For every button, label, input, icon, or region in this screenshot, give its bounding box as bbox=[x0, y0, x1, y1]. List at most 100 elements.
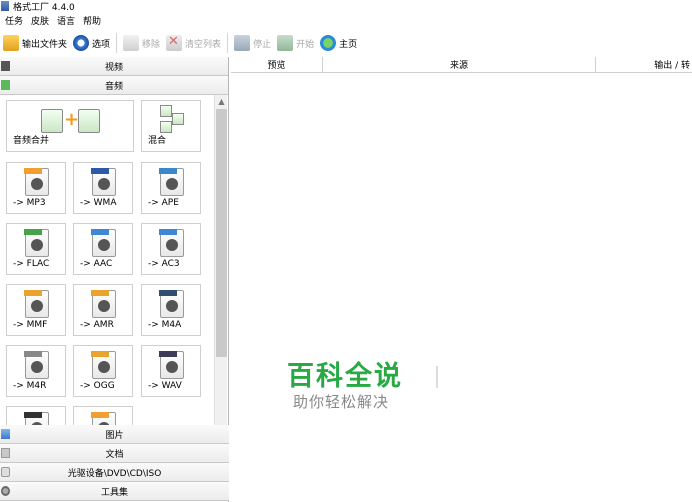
audio-file-icon bbox=[91, 351, 116, 379]
format-tile-label: -> MP3 bbox=[13, 198, 46, 208]
category-document-label: 文档 bbox=[105, 449, 124, 460]
format-tag bbox=[24, 168, 42, 174]
speaker-icon bbox=[31, 361, 43, 373]
menu-bar: 任务 皮肤 语言 帮助 bbox=[0, 14, 104, 28]
format-tile[interactable]: -> M4R bbox=[6, 345, 66, 397]
stop-button[interactable]: 停止 bbox=[231, 32, 274, 54]
category-rom[interactable]: 光驱设备\DVD\CD\ISO bbox=[0, 463, 229, 482]
audio-file-icon bbox=[159, 290, 184, 318]
speaker-icon bbox=[98, 361, 110, 373]
scroll-up-arrow-icon[interactable]: ▲ bbox=[215, 95, 228, 108]
format-tag bbox=[24, 229, 42, 235]
format-tile[interactable]: -> AMR bbox=[73, 284, 133, 336]
format-tile-label: -> AAC bbox=[80, 259, 113, 269]
speaker-icon bbox=[166, 178, 178, 190]
menu-help[interactable]: 帮助 bbox=[83, 14, 101, 28]
format-tile[interactable]: -> MMF bbox=[6, 284, 66, 336]
category-audio[interactable]: 音频 bbox=[0, 76, 228, 95]
speaker-icon bbox=[31, 178, 43, 190]
options-button[interactable]: 选项 bbox=[70, 32, 113, 54]
format-tile[interactable]: -> MP3 bbox=[6, 162, 66, 214]
watermark-divider bbox=[436, 366, 438, 388]
category-video-label: 视频 bbox=[104, 62, 123, 73]
column-source[interactable]: 来源 bbox=[323, 57, 596, 72]
watermark-title: 百科全说 bbox=[287, 361, 403, 392]
format-tile-label: -> M4R bbox=[13, 381, 47, 391]
home-button[interactable]: 主页 bbox=[317, 32, 360, 54]
category-audio-label: 音频 bbox=[104, 81, 123, 92]
clear-list-button[interactable]: 清空列表 bbox=[163, 32, 224, 54]
format-tile[interactable]: -> M4A bbox=[141, 284, 201, 336]
menu-skin[interactable]: 皮肤 bbox=[31, 14, 49, 28]
audio-mix-label: 混合 bbox=[148, 136, 167, 146]
format-tile-label: -> AMR bbox=[80, 320, 114, 330]
audio-file-icon bbox=[24, 351, 49, 379]
audio-mix-icon bbox=[158, 105, 186, 135]
format-tile[interactable]: -> AC3 bbox=[141, 223, 201, 275]
format-tag bbox=[159, 229, 177, 235]
audio-merge-label: 音频合并 bbox=[13, 136, 50, 146]
toolbar-separator bbox=[227, 33, 229, 53]
title-bar: 格式工厂 4.4.0 bbox=[0, 0, 692, 13]
format-tag bbox=[91, 412, 109, 418]
document-icon bbox=[1, 448, 10, 458]
format-tile[interactable]: -> WMA bbox=[73, 162, 133, 214]
stop-label: 停止 bbox=[253, 39, 272, 50]
scroll-thumb[interactable] bbox=[216, 109, 227, 357]
start-label: 开始 bbox=[296, 39, 315, 50]
image-icon bbox=[1, 429, 10, 439]
format-tag bbox=[91, 229, 109, 235]
toolbar: 输出文件夹 选项 移除 清空列表 停止 开始 主页 bbox=[0, 31, 692, 55]
vertical-scrollbar[interactable]: ▲ ▼ bbox=[214, 95, 228, 481]
format-tag bbox=[91, 351, 109, 357]
audio-file-icon bbox=[24, 229, 49, 257]
format-tile-label: -> AC3 bbox=[148, 259, 180, 269]
audio-file-icon bbox=[159, 351, 184, 379]
audio-mix-tile[interactable]: 混合 bbox=[141, 100, 201, 152]
column-output[interactable]: 输出 / 转 bbox=[596, 57, 692, 72]
menu-task[interactable]: 任务 bbox=[5, 14, 23, 28]
format-tag bbox=[91, 168, 109, 174]
category-tools[interactable]: 工具集 bbox=[0, 482, 229, 501]
category-image-label: 图片 bbox=[105, 430, 124, 441]
format-tile-label: -> APE bbox=[148, 198, 179, 208]
start-button[interactable]: 开始 bbox=[274, 32, 317, 54]
music-note-icon bbox=[1, 80, 10, 90]
format-tile[interactable]: -> APE bbox=[141, 162, 201, 214]
format-tile-label: -> OGG bbox=[80, 381, 115, 391]
home-label: 主页 bbox=[339, 39, 358, 50]
folder-icon bbox=[3, 35, 19, 51]
audio-file-icon bbox=[91, 229, 116, 257]
task-list: 预览 来源 输出 / 转 bbox=[231, 57, 692, 502]
clear-list-label: 清空列表 bbox=[185, 39, 222, 50]
category-rom-label: 光驱设备\DVD\CD\ISO bbox=[67, 468, 162, 479]
output-folder-button[interactable]: 输出文件夹 bbox=[0, 32, 70, 54]
category-video[interactable]: 视频 bbox=[0, 57, 228, 76]
stop-icon bbox=[234, 35, 251, 51]
audio-file-icon bbox=[159, 168, 184, 196]
format-tag bbox=[159, 351, 177, 357]
start-icon bbox=[277, 35, 294, 51]
speaker-icon bbox=[98, 178, 110, 190]
format-tile[interactable]: -> OGG bbox=[73, 345, 133, 397]
speaker-icon bbox=[98, 239, 110, 251]
menu-language[interactable]: 语言 bbox=[57, 14, 75, 28]
format-tile[interactable]: -> FLAC bbox=[6, 223, 66, 275]
category-image[interactable]: 图片 bbox=[0, 425, 229, 444]
speaker-icon bbox=[166, 300, 178, 312]
output-folder-label: 输出文件夹 bbox=[22, 39, 68, 50]
format-tile-label: -> M4A bbox=[148, 320, 182, 330]
remove-button[interactable]: 移除 bbox=[120, 32, 163, 54]
options-label: 选项 bbox=[92, 39, 111, 50]
category-panel: 视频 音频 + 音频合并 混合 -> MP3 -> WMA -> APE -> FLA… bbox=[0, 57, 229, 502]
format-tile-label: -> WMA bbox=[80, 198, 117, 208]
format-tag bbox=[24, 351, 42, 357]
format-tile-label: -> FLAC bbox=[13, 259, 50, 269]
column-preview[interactable]: 预览 bbox=[231, 57, 323, 72]
category-document[interactable]: 文档 bbox=[0, 444, 229, 463]
audio-file-icon bbox=[91, 168, 116, 196]
audio-merge-tile[interactable]: + 音频合并 bbox=[6, 100, 134, 152]
format-tile[interactable]: -> WAV bbox=[141, 345, 201, 397]
watermark-subtitle: 助你轻松解决 bbox=[293, 393, 390, 411]
format-tile[interactable]: -> AAC bbox=[73, 223, 133, 275]
